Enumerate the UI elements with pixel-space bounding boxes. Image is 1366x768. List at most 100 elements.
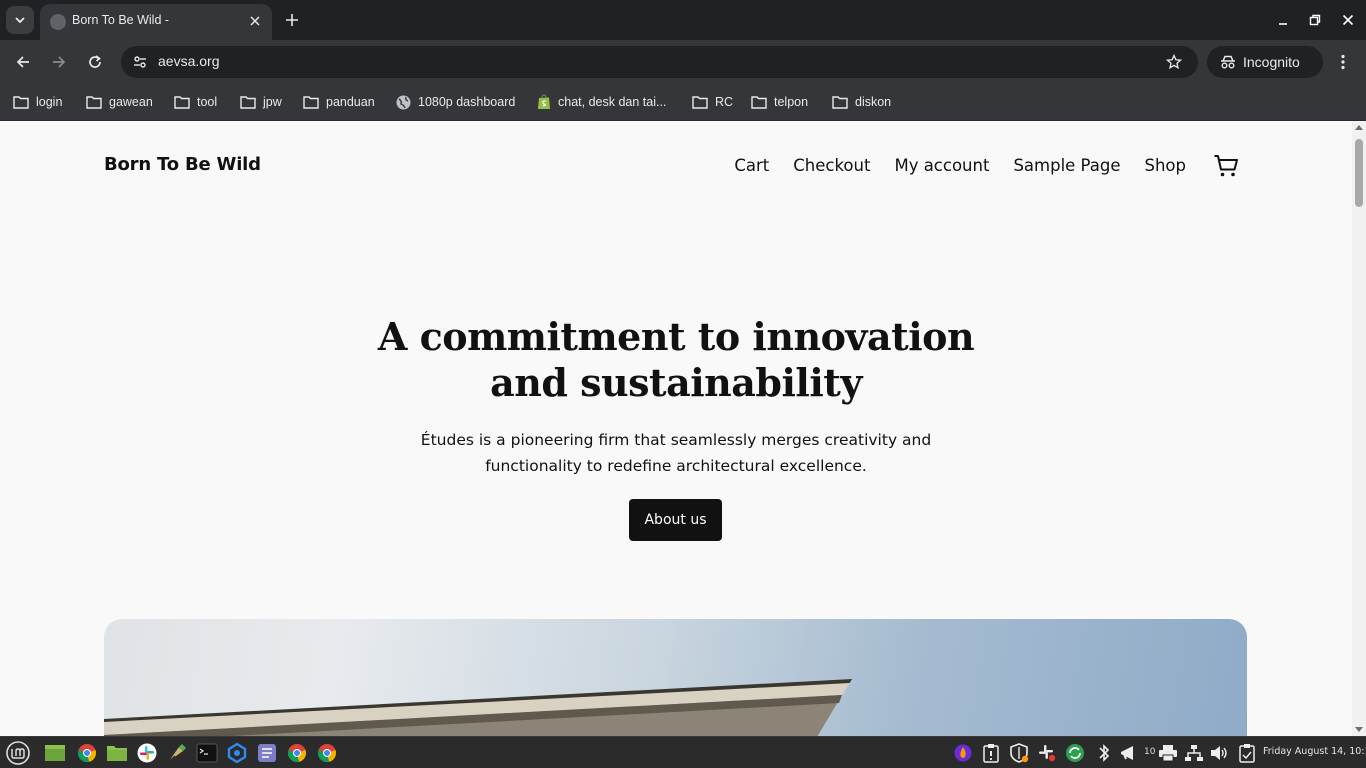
bookmark-panduan[interactable]: panduan bbox=[303, 92, 375, 112]
bluetooth-icon bbox=[1099, 744, 1110, 762]
bookmark-label: RC bbox=[715, 95, 734, 109]
close-window-button[interactable] bbox=[1336, 8, 1360, 32]
folder-icon bbox=[86, 96, 102, 109]
text-editor-launcher[interactable] bbox=[255, 741, 279, 765]
text-editor-icon bbox=[258, 744, 276, 762]
linux-mint-icon bbox=[6, 741, 30, 765]
tray-printer[interactable] bbox=[1158, 743, 1178, 763]
reload-button[interactable] bbox=[81, 48, 109, 76]
url-text[interactable]: aevsa.org bbox=[158, 53, 219, 69]
flame-icon bbox=[954, 744, 972, 762]
tray-bluetooth[interactable] bbox=[1094, 743, 1114, 763]
site-navigation: Cart Checkout My account Sample Page Sho… bbox=[734, 156, 1186, 175]
close-icon bbox=[250, 16, 260, 26]
nav-my-account-link[interactable]: My account bbox=[894, 156, 989, 175]
slack-icon bbox=[1039, 745, 1056, 762]
terminal-icon bbox=[196, 743, 218, 763]
nav-cart-link[interactable]: Cart bbox=[734, 156, 769, 175]
taskbar-clock[interactable]: Friday August 14, 10:12 bbox=[1263, 746, 1366, 757]
folder-icon bbox=[692, 96, 708, 109]
more-vert-icon bbox=[1341, 54, 1345, 70]
shopify-icon bbox=[538, 94, 550, 109]
hero-heading: A commitment to innovation and sustainab… bbox=[376, 314, 976, 406]
forward-button[interactable] bbox=[45, 48, 73, 76]
restore-icon bbox=[1309, 14, 1321, 26]
hero-description-line: functionality to redefine architectural … bbox=[485, 457, 867, 475]
nav-checkout-link[interactable]: Checkout bbox=[793, 156, 870, 175]
page-scrollbar[interactable] bbox=[1352, 121, 1366, 736]
bookmark-chat-desk[interactable]: chat, desk dan tai... bbox=[537, 92, 666, 112]
site-info-button[interactable] bbox=[129, 51, 151, 73]
browser-menu-button[interactable] bbox=[1331, 48, 1355, 76]
bookmark-login[interactable]: login bbox=[13, 92, 62, 112]
tray-notifications[interactable] bbox=[1119, 743, 1139, 763]
scroll-up-arrow-icon[interactable] bbox=[1355, 125, 1363, 130]
web-page: Born To Be Wild Cart Checkout My account… bbox=[0, 121, 1352, 736]
incognito-indicator[interactable]: Incognito bbox=[1207, 46, 1323, 78]
browser-tab[interactable]: Born To Be Wild - bbox=[40, 4, 272, 40]
tray-sync[interactable] bbox=[1065, 743, 1085, 763]
about-us-button[interactable]: About us bbox=[629, 499, 722, 541]
tray-shield[interactable] bbox=[1009, 743, 1029, 763]
hero-heading-line: and sustainability bbox=[490, 360, 862, 405]
address-bar[interactable]: aevsa.org bbox=[121, 46, 1198, 78]
browser-toolbar: aevsa.org Incognito bbox=[0, 40, 1366, 84]
chrome-icon bbox=[77, 744, 97, 763]
bookmark-1080p-dashboard[interactable]: 1080p dashboard bbox=[396, 92, 515, 112]
tray-clipboard[interactable] bbox=[1237, 743, 1257, 763]
chrome-launcher[interactable] bbox=[75, 741, 99, 765]
folder-icon bbox=[240, 96, 256, 109]
chrome-window-2[interactable] bbox=[315, 741, 339, 765]
tab-search-button[interactable] bbox=[6, 6, 34, 34]
chrome-icon bbox=[317, 744, 337, 763]
show-desktop-button[interactable] bbox=[43, 741, 67, 765]
chevron-down-icon bbox=[15, 17, 25, 24]
new-tab-button[interactable] bbox=[280, 8, 304, 32]
nav-shop-link[interactable]: Shop bbox=[1145, 156, 1187, 175]
slack-launcher[interactable] bbox=[135, 741, 159, 765]
minimize-button[interactable] bbox=[1271, 8, 1295, 32]
bookmark-label: chat, desk dan tai... bbox=[558, 95, 667, 109]
files-launcher[interactable] bbox=[105, 741, 129, 765]
desktop-icon bbox=[45, 745, 65, 761]
start-menu-button[interactable] bbox=[6, 741, 30, 765]
hero-image bbox=[104, 619, 1247, 736]
app-launcher-blue[interactable] bbox=[225, 741, 249, 765]
site-title-link[interactable]: Born To Be Wild bbox=[104, 154, 261, 175]
taskbar: 10 Friday August 14, 10:12 bbox=[0, 736, 1366, 768]
bookmark-label: diskon bbox=[855, 95, 892, 109]
app-launcher-pen[interactable] bbox=[165, 741, 189, 765]
minimize-icon bbox=[1279, 23, 1287, 25]
close-tab-button[interactable] bbox=[246, 12, 264, 30]
chrome-window-1[interactable] bbox=[285, 741, 309, 765]
bookmark-label: panduan bbox=[326, 95, 375, 109]
cart-icon[interactable] bbox=[1213, 154, 1239, 178]
bookmark-rc[interactable]: RC bbox=[692, 92, 733, 112]
maximize-button[interactable] bbox=[1303, 8, 1327, 32]
tab-strip: Born To Be Wild - bbox=[0, 0, 1366, 40]
scroll-down-arrow-icon[interactable] bbox=[1355, 727, 1363, 732]
tray-volume[interactable] bbox=[1209, 743, 1229, 763]
bookmark-telpon[interactable]: telpon bbox=[751, 92, 808, 112]
bookmark-label: 1080p dashboard bbox=[418, 95, 516, 109]
bookmark-star-button[interactable] bbox=[1164, 52, 1184, 72]
nav-sample-page-link[interactable]: Sample Page bbox=[1013, 156, 1120, 175]
bookmark-diskon[interactable]: diskon bbox=[832, 92, 891, 112]
bookmark-jpw[interactable]: jpw bbox=[240, 92, 282, 112]
bookmark-gawean[interactable]: gawean bbox=[86, 92, 153, 112]
tray-network[interactable] bbox=[1184, 743, 1204, 763]
back-button[interactable] bbox=[9, 48, 37, 76]
network-app-icon bbox=[227, 742, 247, 764]
tray-flame-app[interactable] bbox=[953, 743, 973, 763]
terminal-launcher[interactable] bbox=[195, 741, 219, 765]
building-roof-image bbox=[104, 679, 852, 736]
tray-update-notifier[interactable] bbox=[981, 743, 1001, 763]
shield-icon bbox=[1010, 743, 1029, 763]
globe-icon bbox=[396, 95, 411, 109]
folder-icon bbox=[13, 96, 29, 109]
folder-icon bbox=[107, 746, 127, 761]
tray-notification-count: 10 bbox=[1144, 747, 1156, 757]
bookmark-tool[interactable]: tool bbox=[174, 92, 217, 112]
tray-slack[interactable] bbox=[1037, 743, 1057, 763]
scrollbar-thumb[interactable] bbox=[1355, 139, 1363, 207]
